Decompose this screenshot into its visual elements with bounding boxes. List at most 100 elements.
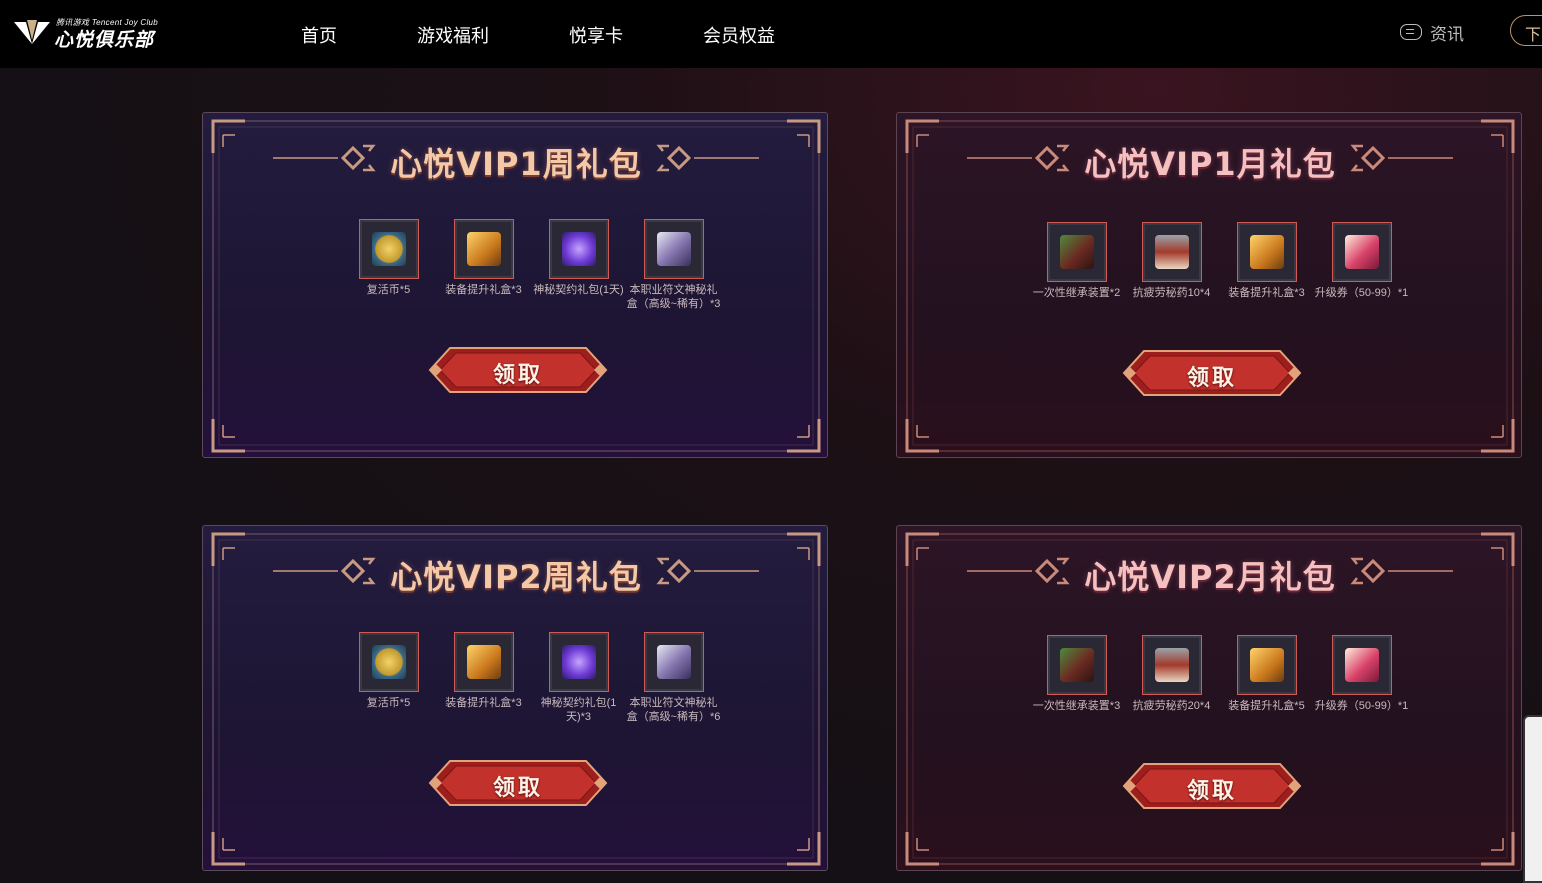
diamond-logo-icon [14, 20, 50, 44]
reward-label: 神秘契约礼包(1天)*3 [540, 697, 617, 723]
reward-label: 复活币*5 [366, 697, 411, 709]
claim-button[interactable]: 领取 [428, 759, 608, 807]
logo-title: 心悦俱乐部 [54, 30, 155, 51]
reward-item[interactable]: 升级券（50-99）*1 [1314, 635, 1409, 713]
reward-label: 一次性继承装置*2 [1032, 287, 1121, 299]
claim-button-label: 领取 [492, 775, 543, 800]
joy-club-logo[interactable]: 腾讯游戏 Tencent Joy Club 心悦俱乐部 [12, 14, 162, 52]
reward-label: 神秘契约礼包(1天) [533, 284, 624, 296]
reward-label: 复活币*5 [366, 284, 411, 296]
package-title-row: 心悦VIP2月礼包 [897, 548, 1523, 596]
reward-item[interactable]: 升级券（50-99）*1 [1314, 222, 1409, 300]
nav-joy-card[interactable]: 悦享卡 [569, 22, 623, 48]
reward-label: 装备提升礼盒*3 [445, 284, 522, 296]
coin-icon [371, 645, 406, 679]
gold-chest-icon [466, 645, 501, 679]
gold-chest-icon [1249, 235, 1284, 269]
reward-item[interactable]: 一次性继承装置*2 [1029, 222, 1124, 300]
reward-list: 复活币*5 装备提升礼盒*3 神秘契约礼包(1天)*3 本职业符文神秘礼盒（高级… [203, 632, 829, 752]
package-title-row: 心悦VIP1月礼包 [897, 135, 1523, 183]
gift-package-card: 心悦VIP1月礼包 一次性继承装置*2 抗疲劳秘药10*4 装备提升礼盒*3 升… [896, 112, 1522, 458]
reward-label: 装备提升礼盒*3 [1228, 287, 1305, 299]
reward-item[interactable]: 一次性继承装置*3 [1029, 635, 1124, 713]
reward-label: 一次性继承装置*3 [1032, 700, 1121, 712]
gift-package-card: 心悦VIP2周礼包 复活币*5 装备提升礼盒*3 神秘契约礼包(1天)*3 本职… [202, 525, 828, 871]
nav-home[interactable]: 首页 [301, 22, 337, 48]
gold-chest-icon [1249, 648, 1284, 682]
inherit-device-icon [1059, 235, 1094, 269]
reward-label: 升级券（50-99）*1 [1314, 287, 1409, 299]
reward-slot [1141, 222, 1202, 282]
inherit-device-icon [1059, 648, 1094, 682]
reward-list: 一次性继承装置*2 抗疲劳秘药10*4 装备提升礼盒*3 升级券（50-99）*… [897, 219, 1523, 339]
reward-slot [1046, 222, 1107, 282]
package-title: 心悦VIP2周礼包 [390, 558, 642, 596]
reward-item[interactable]: 神秘契约礼包(1天)*3 [531, 632, 626, 724]
reward-slot [548, 219, 609, 279]
reward-slot [358, 219, 419, 279]
download-button[interactable]: 下 [1510, 15, 1542, 46]
reward-slot [1331, 222, 1392, 282]
reward-item[interactable]: 本职业符文神秘礼盒（高级~稀有）*3 [626, 219, 721, 311]
level-ticket-icon [1344, 648, 1379, 682]
news-link[interactable]: 资讯 [1400, 20, 1464, 44]
potion-icon [1154, 648, 1189, 682]
purple-bag-icon [561, 232, 596, 266]
claim-button-label: 领取 [1186, 365, 1237, 390]
reward-item[interactable]: 抗疲劳秘药10*4 [1124, 222, 1219, 300]
package-title: 心悦VIP2月礼包 [1084, 558, 1336, 596]
rune-box-icon [656, 645, 691, 679]
reward-slot [453, 219, 514, 279]
reward-item[interactable]: 本职业符文神秘礼盒（高级~稀有）*6 [626, 632, 721, 724]
reward-slot [1236, 635, 1297, 695]
reward-slot [358, 632, 419, 692]
package-title-row: 心悦VIP1周礼包 [203, 135, 829, 183]
reward-label: 升级券（50-99）*1 [1314, 700, 1409, 712]
reward-slot [643, 219, 704, 279]
reward-list: 一次性继承装置*3 抗疲劳秘药20*4 装备提升礼盒*5 升级券（50-99）*… [897, 632, 1523, 752]
reward-item[interactable]: 复活币*5 [341, 219, 436, 297]
purple-bag-icon [561, 645, 596, 679]
package-title: 心悦VIP1周礼包 [390, 145, 642, 183]
level-ticket-icon [1344, 235, 1379, 269]
reward-list: 复活币*5 装备提升礼盒*3 神秘契约礼包(1天) 本职业符文神秘礼盒（高级~稀… [203, 219, 829, 339]
reward-item[interactable]: 抗疲劳秘药20*4 [1124, 635, 1219, 713]
claim-button[interactable]: 领取 [428, 346, 608, 394]
top-navigation-bar: 腾讯游戏 Tencent Joy Club 心悦俱乐部 首页 游戏福利 悦享卡 … [0, 0, 1542, 68]
nav-game-benefits[interactable]: 游戏福利 [417, 22, 489, 48]
reward-slot [548, 632, 609, 692]
reward-item[interactable]: 神秘契约礼包(1天) [531, 219, 626, 297]
claim-button-label: 领取 [492, 362, 543, 387]
reward-label: 本职业符文神秘礼盒（高级~稀有）*6 [626, 697, 721, 723]
reward-item[interactable]: 装备提升礼盒*3 [1219, 222, 1314, 300]
rune-box-icon [656, 232, 691, 266]
reward-label: 装备提升礼盒*5 [1228, 700, 1305, 712]
gift-package-card: 心悦VIP1周礼包 复活币*5 装备提升礼盒*3 神秘契约礼包(1天) 本职业符… [202, 112, 828, 458]
message-icon [1400, 24, 1422, 40]
reward-label: 抗疲劳秘药20*4 [1132, 700, 1211, 712]
nav-member-rights[interactable]: 会员权益 [703, 22, 775, 48]
package-title: 心悦VIP1月礼包 [1084, 145, 1336, 183]
reward-slot [1331, 635, 1392, 695]
reward-item[interactable]: 复活币*5 [341, 632, 436, 710]
news-label: 资讯 [1430, 24, 1464, 44]
reward-slot [453, 632, 514, 692]
reward-label: 抗疲劳秘药10*4 [1132, 287, 1211, 299]
potion-icon [1154, 235, 1189, 269]
claim-button-label: 领取 [1186, 778, 1237, 803]
gold-chest-icon [466, 232, 501, 266]
side-floating-panel[interactable] [1523, 715, 1542, 883]
reward-slot [1141, 635, 1202, 695]
reward-item[interactable]: 装备提升礼盒*5 [1219, 635, 1314, 713]
reward-item[interactable]: 装备提升礼盒*3 [436, 632, 531, 710]
gift-package-card: 心悦VIP2月礼包 一次性继承装置*3 抗疲劳秘药20*4 装备提升礼盒*5 升… [896, 525, 1522, 871]
reward-label: 本职业符文神秘礼盒（高级~稀有）*3 [626, 284, 721, 310]
reward-slot [1236, 222, 1297, 282]
reward-label: 装备提升礼盒*3 [445, 697, 522, 709]
claim-button[interactable]: 领取 [1122, 349, 1302, 397]
reward-item[interactable]: 装备提升礼盒*3 [436, 219, 531, 297]
claim-button[interactable]: 领取 [1122, 762, 1302, 810]
package-title-row: 心悦VIP2周礼包 [203, 548, 829, 596]
coin-icon [371, 232, 406, 266]
reward-slot [1046, 635, 1107, 695]
